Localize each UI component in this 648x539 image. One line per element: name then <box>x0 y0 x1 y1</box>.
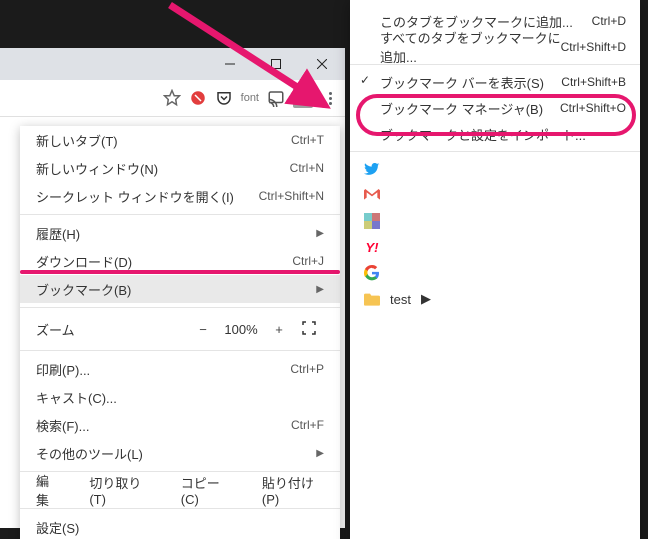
menu-more-tools[interactable]: その他のツール(L)▶ <box>20 439 340 467</box>
submenu-label: すべてのタブをブックマークに追加... <box>380 28 561 66</box>
minimize-button[interactable] <box>207 48 253 80</box>
separator <box>20 307 340 308</box>
menu-new-tab[interactable]: 新しいタブ(T)Ctrl+T <box>20 126 340 154</box>
bookmark-yahoo[interactable]: Y! <box>350 234 640 260</box>
main-menu: 新しいタブ(T)Ctrl+T 新しいウィンドウ(N)Ctrl+N シークレット … <box>20 126 340 539</box>
chevron-right-icon: ▶ <box>316 228 324 239</box>
submenu-label: ブックマーク マネージャ(B) <box>380 99 543 118</box>
chevron-right-icon: ▶ <box>316 448 324 459</box>
cut-button[interactable]: 切り取り(T) <box>89 473 150 507</box>
separator <box>20 214 340 215</box>
bookmark-label: test <box>390 292 411 307</box>
kebab-menu-icon[interactable] <box>321 92 339 105</box>
folder-icon <box>364 291 380 307</box>
shortcut: Ctrl+Shift+D <box>561 40 626 54</box>
pocket-icon[interactable] <box>215 89 233 107</box>
menu-settings[interactable]: 設定(S) <box>20 513 340 539</box>
bookmarks-submenu: このタブをブックマークに追加...Ctrl+D すべてのタブをブックマークに追加… <box>350 0 640 539</box>
annotation-underline <box>20 270 340 274</box>
shortcut: Ctrl+Shift+O <box>560 101 626 115</box>
twitter-icon <box>364 161 380 177</box>
chevron-right-icon: ▶ <box>421 291 431 307</box>
menu-incognito[interactable]: シークレット ウィンドウを開く(I)Ctrl+Shift+N <box>20 182 340 210</box>
zoom-out-button[interactable]: − <box>188 322 218 337</box>
submenu-show-bar[interactable]: ブックマーク バーを表示(S) Ctrl+Shift+B <box>350 69 640 95</box>
zoom-label: ズーム <box>36 320 75 339</box>
google-icon <box>364 265 380 281</box>
copy-button[interactable]: コピー(C) <box>181 473 232 507</box>
bookmark-twitter[interactable] <box>350 156 640 182</box>
menu-new-window[interactable]: 新しいウィンドウ(N)Ctrl+N <box>20 154 340 182</box>
separator <box>350 151 640 152</box>
fullscreen-button[interactable] <box>294 321 324 338</box>
submenu-add-all[interactable]: すべてのタブをブックマークに追加...Ctrl+Shift+D <box>350 34 640 60</box>
zoom-in-button[interactable]: + <box>264 322 294 337</box>
bookmark-google[interactable] <box>350 260 640 286</box>
menu-zoom: ズーム − 100% + <box>20 312 340 346</box>
maximize-button[interactable] <box>253 48 299 80</box>
pixel-icon <box>364 213 380 229</box>
separator <box>20 350 340 351</box>
shortcut: Ctrl+D <box>592 14 626 28</box>
bookmark-folder-test[interactable]: test ▶ <box>350 286 640 312</box>
font-label[interactable]: font <box>241 92 259 104</box>
toolbar: font <box>0 80 345 117</box>
menu-find[interactable]: 検索(F)...Ctrl+F <box>20 411 340 439</box>
titlebar <box>0 48 345 80</box>
menu-bookmarks[interactable]: ブックマーク(B)▶ <box>20 275 340 303</box>
cast-icon[interactable] <box>267 89 285 107</box>
submenu-import[interactable]: ブックマークと設定をインポート... <box>350 121 640 147</box>
bookmark-pixel[interactable] <box>350 208 640 234</box>
zoom-value: 100% <box>218 322 264 337</box>
gmail-icon <box>364 187 380 203</box>
menu-print[interactable]: 印刷(P)...Ctrl+P <box>20 355 340 383</box>
menu-history[interactable]: 履歴(H)▶ <box>20 219 340 247</box>
star-icon[interactable] <box>163 89 181 107</box>
shield-icon[interactable] <box>189 89 207 107</box>
menu-edit-row: 編集 切り取り(T) コピー(C) 貼り付け(P) <box>20 476 340 504</box>
submenu-label: ブックマークと設定をインポート... <box>380 125 586 144</box>
paste-button[interactable]: 貼り付け(P) <box>262 473 324 507</box>
submenu-manager[interactable]: ブックマーク マネージャ(B) Ctrl+Shift+O <box>350 95 640 121</box>
separator <box>20 471 340 472</box>
menu-cast[interactable]: キャスト(C)... <box>20 383 340 411</box>
submenu-label: ブックマーク バーを表示(S) <box>380 73 544 92</box>
close-button[interactable] <box>299 48 345 80</box>
shortcut: Ctrl+Shift+B <box>561 75 626 89</box>
bookmark-gmail[interactable] <box>350 182 640 208</box>
avatar[interactable] <box>293 88 313 108</box>
yahoo-icon: Y! <box>364 239 380 255</box>
chevron-right-icon: ▶ <box>316 284 324 295</box>
edit-label: 編集 <box>36 471 59 509</box>
separator <box>20 508 340 509</box>
